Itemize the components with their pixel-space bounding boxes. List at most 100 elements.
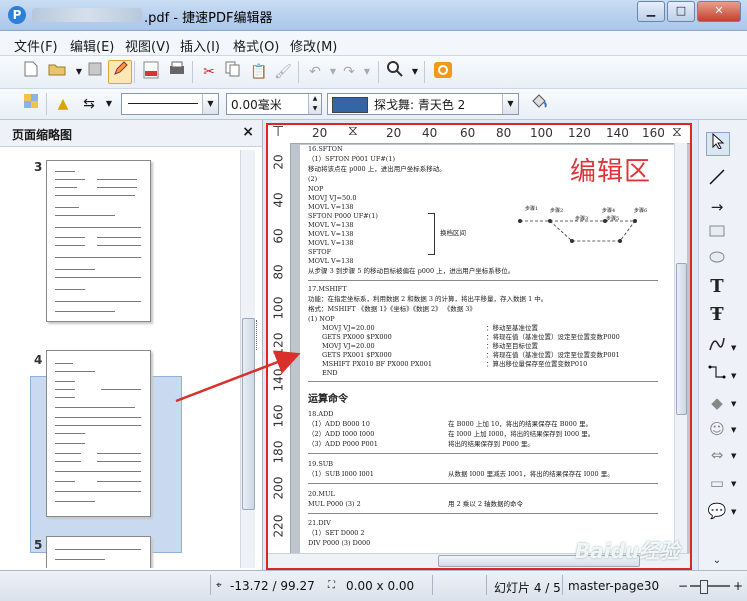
close-button[interactable]: ✕ [697, 1, 741, 22]
page-text-line[interactable]: （3）ADD P000 P001 [308, 440, 378, 448]
page-text-line[interactable]: MOVJ VJ=20.00 [322, 324, 375, 332]
curve-tool-icon[interactable] [706, 336, 728, 358]
close-icon[interactable]: × [242, 124, 254, 140]
edit-mode-icon[interactable] [108, 60, 132, 84]
zoom-dropdown-icon[interactable]: ▼ [404, 61, 426, 83]
line-tool-icon[interactable] [706, 168, 728, 190]
indent-marker-icon[interactable]: ⧖ [672, 125, 682, 140]
indent-marker-icon[interactable]: ⧖ [348, 125, 358, 139]
page-text-line[interactable]: GETS PX001 $PX000 [322, 351, 392, 359]
export-pdf-icon[interactable] [140, 61, 162, 83]
page-thumbnail-4[interactable] [46, 350, 151, 517]
open-folder-icon[interactable] [46, 61, 68, 83]
page-text-line[interactable]: 16.SFTON [308, 145, 343, 153]
arrow-style-icon[interactable]: ⇆ [78, 93, 100, 115]
menu-format[interactable]: 格式(O) [233, 36, 279, 55]
page-note-line[interactable]: 从数据 I000 里减去 I001，将出的结果保存在 I000 里。 [448, 470, 614, 478]
stepper-icon[interactable]: ▲ ▼ [308, 94, 321, 114]
vertical-text-tool-icon[interactable]: Ŧ [706, 304, 728, 326]
page-text-line[interactable]: GETS PX000 $PX000 [322, 333, 392, 341]
page-text-line[interactable]: NOP [308, 185, 323, 193]
line-style-select[interactable]: ▼ [121, 93, 219, 115]
symbol-shapes-icon[interactable]: ☺ [706, 418, 728, 440]
block-arrows-icon[interactable]: ⇔ [706, 444, 728, 466]
page-text-line[interactable]: DIV P000 (3) D000 [308, 539, 370, 547]
page-note-line[interactable]: ：将现在值（基准位置）设定至位置变数P000 [486, 333, 620, 341]
fill-bucket-icon[interactable] [528, 93, 550, 115]
rectangle-tool-icon[interactable] [706, 222, 728, 244]
scrollbar-thumb[interactable] [242, 318, 255, 510]
page-text-line[interactable]: MOVJ VJ=20.00 [322, 342, 375, 350]
chevron-down-icon[interactable]: ▼ [731, 452, 736, 460]
line-width-input[interactable]: 0.00毫米 ▲ ▼ [226, 93, 322, 115]
zoom-icon[interactable] [384, 61, 406, 83]
print-icon[interactable] [166, 61, 188, 83]
chevron-down-icon[interactable]: ▼ [731, 400, 736, 408]
page-thumbnail-5[interactable] [46, 536, 151, 568]
page-text-line[interactable]: （2）ADD I000 I000 [308, 430, 374, 438]
basic-shapes-icon[interactable]: ◆ [706, 392, 728, 414]
section-heading[interactable]: 运算命令 [308, 390, 348, 405]
page-text-line[interactable]: 从步骤 3 到步骤 5 的移动目标被偏在 p000 上，进出用户坐标系移位。 [308, 267, 514, 275]
page-note-line[interactable]: ：移动至基准位置 [486, 324, 538, 332]
page-text-line[interactable]: (2) [308, 175, 317, 183]
page-note-line[interactable]: 将出的结果保存到 P000 里。 [448, 440, 534, 448]
page-text-line[interactable]: （1）SFTON P001 UF#(1) [308, 155, 395, 163]
menu-file[interactable]: 文件(F) [14, 36, 58, 55]
chevron-down-icon[interactable]: ▼ [502, 94, 518, 114]
chevron-down-icon[interactable]: ▼ [731, 426, 736, 434]
chevron-down-icon[interactable]: ▼ [731, 508, 736, 516]
grid-icon[interactable] [20, 93, 42, 115]
new-document-icon[interactable] [20, 61, 42, 83]
zoom-slider-handle[interactable] [700, 580, 708, 594]
extension-icon[interactable] [432, 61, 454, 83]
page-text-line[interactable]: （1）SUB I000 I001 [308, 470, 374, 478]
menu-insert[interactable]: 插入(I) [180, 36, 220, 55]
page-text-line[interactable]: SFTON P000 UF#(1) [308, 212, 378, 220]
page-text-line[interactable]: 移动将该点在 p000 上，进出用户坐标系移动。 [308, 165, 446, 173]
page-text-line[interactable]: END [322, 369, 338, 377]
page-text-line[interactable]: 18.ADD [308, 410, 333, 418]
zoom-out-button[interactable]: − [678, 579, 688, 593]
page-note-line[interactable]: 用 2 乘以 2 轴数据的命令 [448, 500, 523, 508]
ellipse-tool-icon[interactable] [706, 248, 728, 270]
panel-resize-handle[interactable] [256, 320, 261, 350]
page-text-line[interactable]: 格式：MSHIFT 《数据 1》《坐标》《数据 2》 《数据 3》 [308, 305, 476, 313]
menu-edit[interactable]: 编辑(E) [70, 36, 114, 55]
menu-modify[interactable]: 修改(M) [290, 36, 337, 55]
page-text-line[interactable]: 21.DIV [308, 519, 331, 527]
page-text-line[interactable]: 功能：在指定坐标系，利用数据 2 和数据 3 的计算，将出平移量，存入数据 1 … [308, 295, 547, 303]
save-icon[interactable] [84, 61, 106, 83]
page-text-line[interactable]: (1) NOP [308, 315, 335, 323]
edit-area[interactable]: 20 ⧖ 20 40 60 80 100 120 140 160 ⊤ ⧖ 20 … [266, 123, 692, 570]
arrow-line-tool-icon[interactable]: → [706, 196, 728, 218]
chevron-down-icon[interactable]: ▼ [731, 372, 736, 380]
page-note-line[interactable]: 在 B000 上加 10，将出的结果保存在 B000 里。 [448, 420, 592, 428]
page-text-line[interactable]: MOVJ VJ=50.0 [308, 194, 356, 202]
page-text-line[interactable]: 19.SUB [308, 460, 333, 468]
page-text-line[interactable]: 17.MSHIFT [308, 285, 347, 293]
cut-icon[interactable]: ✂ [198, 61, 220, 83]
page-text-line[interactable]: MSHIFT PX010 BF PX000 PX001 [322, 360, 432, 368]
page-text-line[interactable]: MOVL V=138 [308, 203, 354, 211]
line-style-icon[interactable]: ▲ [52, 93, 74, 115]
zoom-slider-track[interactable] [690, 585, 730, 587]
copy-icon[interactable] [222, 61, 244, 83]
page-note-line[interactable]: ：算出移位量保存至位置变数P010 [486, 360, 587, 368]
page-text-line[interactable]: （1）ADD B000 10 [308, 420, 370, 428]
maximize-button[interactable]: □ [667, 1, 695, 22]
menu-view[interactable]: 视图(V) [125, 36, 170, 55]
flowchart-icon[interactable]: ▭ [706, 472, 728, 494]
select-pointer-icon[interactable] [706, 132, 730, 156]
minimize-button[interactable]: ▁ [637, 1, 665, 22]
clone-format-icon[interactable]: 🖌 [272, 61, 294, 83]
page-text-line[interactable]: MOVL V=138 [308, 230, 354, 238]
page-text-line[interactable]: 20.MUL [308, 490, 335, 498]
chevron-down-icon[interactable]: ▼ [202, 94, 218, 114]
redo-dropdown-icon[interactable]: ▼ [356, 61, 378, 83]
text-tool-icon[interactable]: T [706, 276, 728, 298]
page-note-line[interactable]: ：移动至目标位置 [486, 342, 538, 350]
callout-icon[interactable]: 💬 [706, 500, 728, 522]
page-note-line[interactable]: ：将现在值（基准位置）设定至位置变数P001 [486, 351, 620, 359]
page-thumbnail-3[interactable] [46, 160, 151, 322]
